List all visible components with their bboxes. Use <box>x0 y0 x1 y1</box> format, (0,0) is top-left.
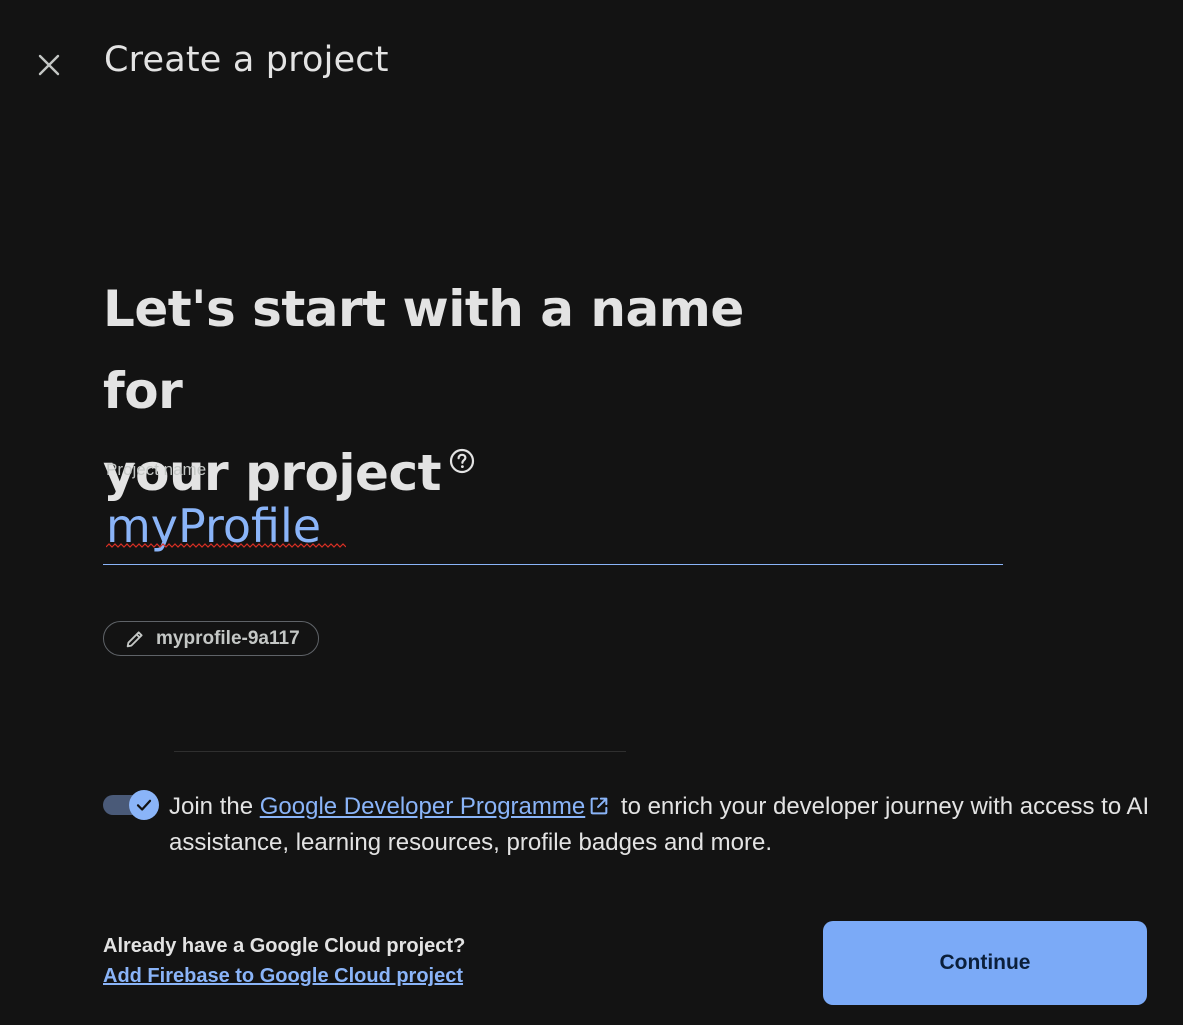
gdp-toggle[interactable] <box>103 790 159 820</box>
page-title: Create a project <box>104 40 389 80</box>
project-name-heading: Let's start with a name for your project <box>103 268 803 514</box>
external-link-icon[interactable] <box>588 795 610 817</box>
gdp-text-before: Join the <box>169 793 260 820</box>
project-id-text: myprofile-9a117 <box>156 627 300 649</box>
project-name-input[interactable] <box>103 487 1003 565</box>
toggle-thumb <box>129 790 159 820</box>
add-firebase-link[interactable]: Add Firebase to Google Cloud project <box>103 965 463 988</box>
create-project-page: Create a project Let's start with a name… <box>0 0 1183 1025</box>
heading-line-1: Let's start with a name for <box>103 280 744 420</box>
gdp-link[interactable]: Google Developer Programme <box>260 793 586 820</box>
spellcheck-underline <box>106 543 346 548</box>
close-icon <box>38 54 60 76</box>
divider <box>174 751 626 752</box>
close-button[interactable] <box>30 46 68 84</box>
project-name-label: Project name <box>106 460 207 479</box>
continue-button[interactable]: Continue <box>823 921 1147 1005</box>
pencil-icon <box>126 630 143 647</box>
gdp-description: Join the Google Developer Programme to e… <box>169 789 1159 861</box>
help-icon[interactable] <box>449 448 475 474</box>
check-icon <box>136 799 152 811</box>
project-id-chip[interactable]: myprofile-9a117 <box>103 621 319 656</box>
already-have-project-text: Already have a Google Cloud project? <box>103 935 466 957</box>
